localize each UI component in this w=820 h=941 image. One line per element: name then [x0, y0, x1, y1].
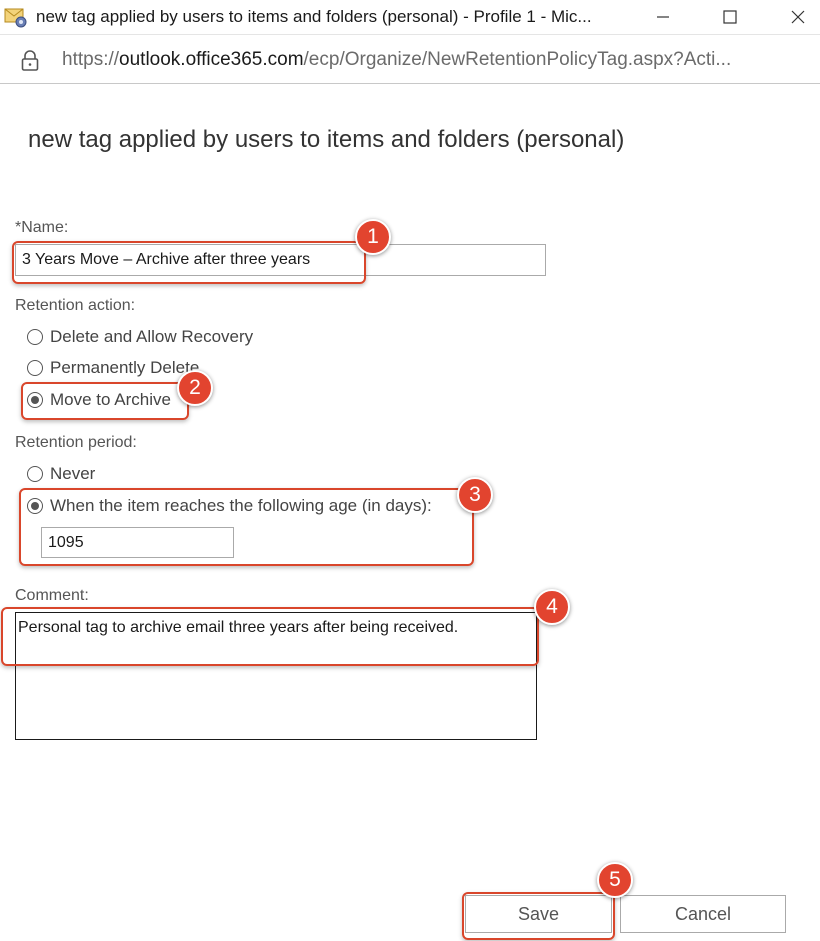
- step-badge-4: 4: [534, 589, 570, 625]
- radio-delete-allow-recovery[interactable]: Delete and Allow Recovery: [27, 325, 253, 349]
- step-badge-5: 5: [597, 862, 633, 898]
- maximize-button[interactable]: [700, 0, 760, 34]
- radio-label: When the item reaches the following age …: [50, 496, 432, 515]
- radio-item-age[interactable]: When the item reaches the following age …: [27, 494, 432, 518]
- retention-period-label: Retention period:: [15, 434, 137, 451]
- url-text[interactable]: https://outlook.office365.com/ecp/Organi…: [62, 49, 807, 71]
- url-prefix: https://: [62, 49, 120, 70]
- outlook-mail-app-icon: [4, 6, 28, 28]
- page-title: new tag applied by users to items and fo…: [28, 126, 625, 153]
- url-path: /ecp/Organize/NewRetentionPolicyTag.aspx…: [303, 49, 732, 70]
- radio-button[interactable]: [27, 329, 43, 345]
- name-label: *Name:: [15, 219, 69, 236]
- radio-button[interactable]: [27, 466, 43, 482]
- step-badge-3: 3: [457, 477, 493, 513]
- radio-button-selected[interactable]: [27, 392, 43, 408]
- radio-label: Permanently Delete: [50, 358, 200, 377]
- radio-permanently-delete[interactable]: Permanently Delete: [27, 356, 199, 380]
- close-button[interactable]: [768, 0, 820, 34]
- radio-label: Delete and Allow Recovery: [50, 327, 254, 346]
- radio-button[interactable]: [27, 360, 43, 376]
- minimize-icon: [657, 16, 669, 18]
- url-host: outlook.office365.com: [119, 49, 304, 70]
- close-icon: [791, 10, 805, 24]
- comment-textarea[interactable]: Personal tag to archive email three year…: [15, 612, 537, 740]
- radio-label: Move to Archive: [50, 390, 171, 409]
- window-title: new tag applied by users to items and fo…: [36, 7, 592, 26]
- address-bar[interactable]: https://outlook.office365.com/ecp/Organi…: [0, 35, 820, 84]
- minimize-button[interactable]: [633, 0, 693, 34]
- radio-button-selected[interactable]: [27, 498, 43, 514]
- lock-icon[interactable]: [20, 50, 40, 77]
- name-input[interactable]: [15, 244, 546, 276]
- radio-label: Never: [50, 464, 96, 483]
- radio-move-to-archive[interactable]: Move to Archive: [27, 388, 171, 412]
- cancel-button[interactable]: Cancel: [620, 895, 786, 933]
- comment-label: Comment:: [15, 587, 89, 604]
- age-days-input[interactable]: [41, 527, 234, 558]
- save-button[interactable]: Save: [465, 895, 612, 933]
- radio-never[interactable]: Never: [27, 462, 95, 486]
- maximize-icon: [723, 10, 737, 24]
- retention-action-label: Retention action:: [15, 297, 136, 314]
- window-title-bar: new tag applied by users to items and fo…: [0, 0, 820, 35]
